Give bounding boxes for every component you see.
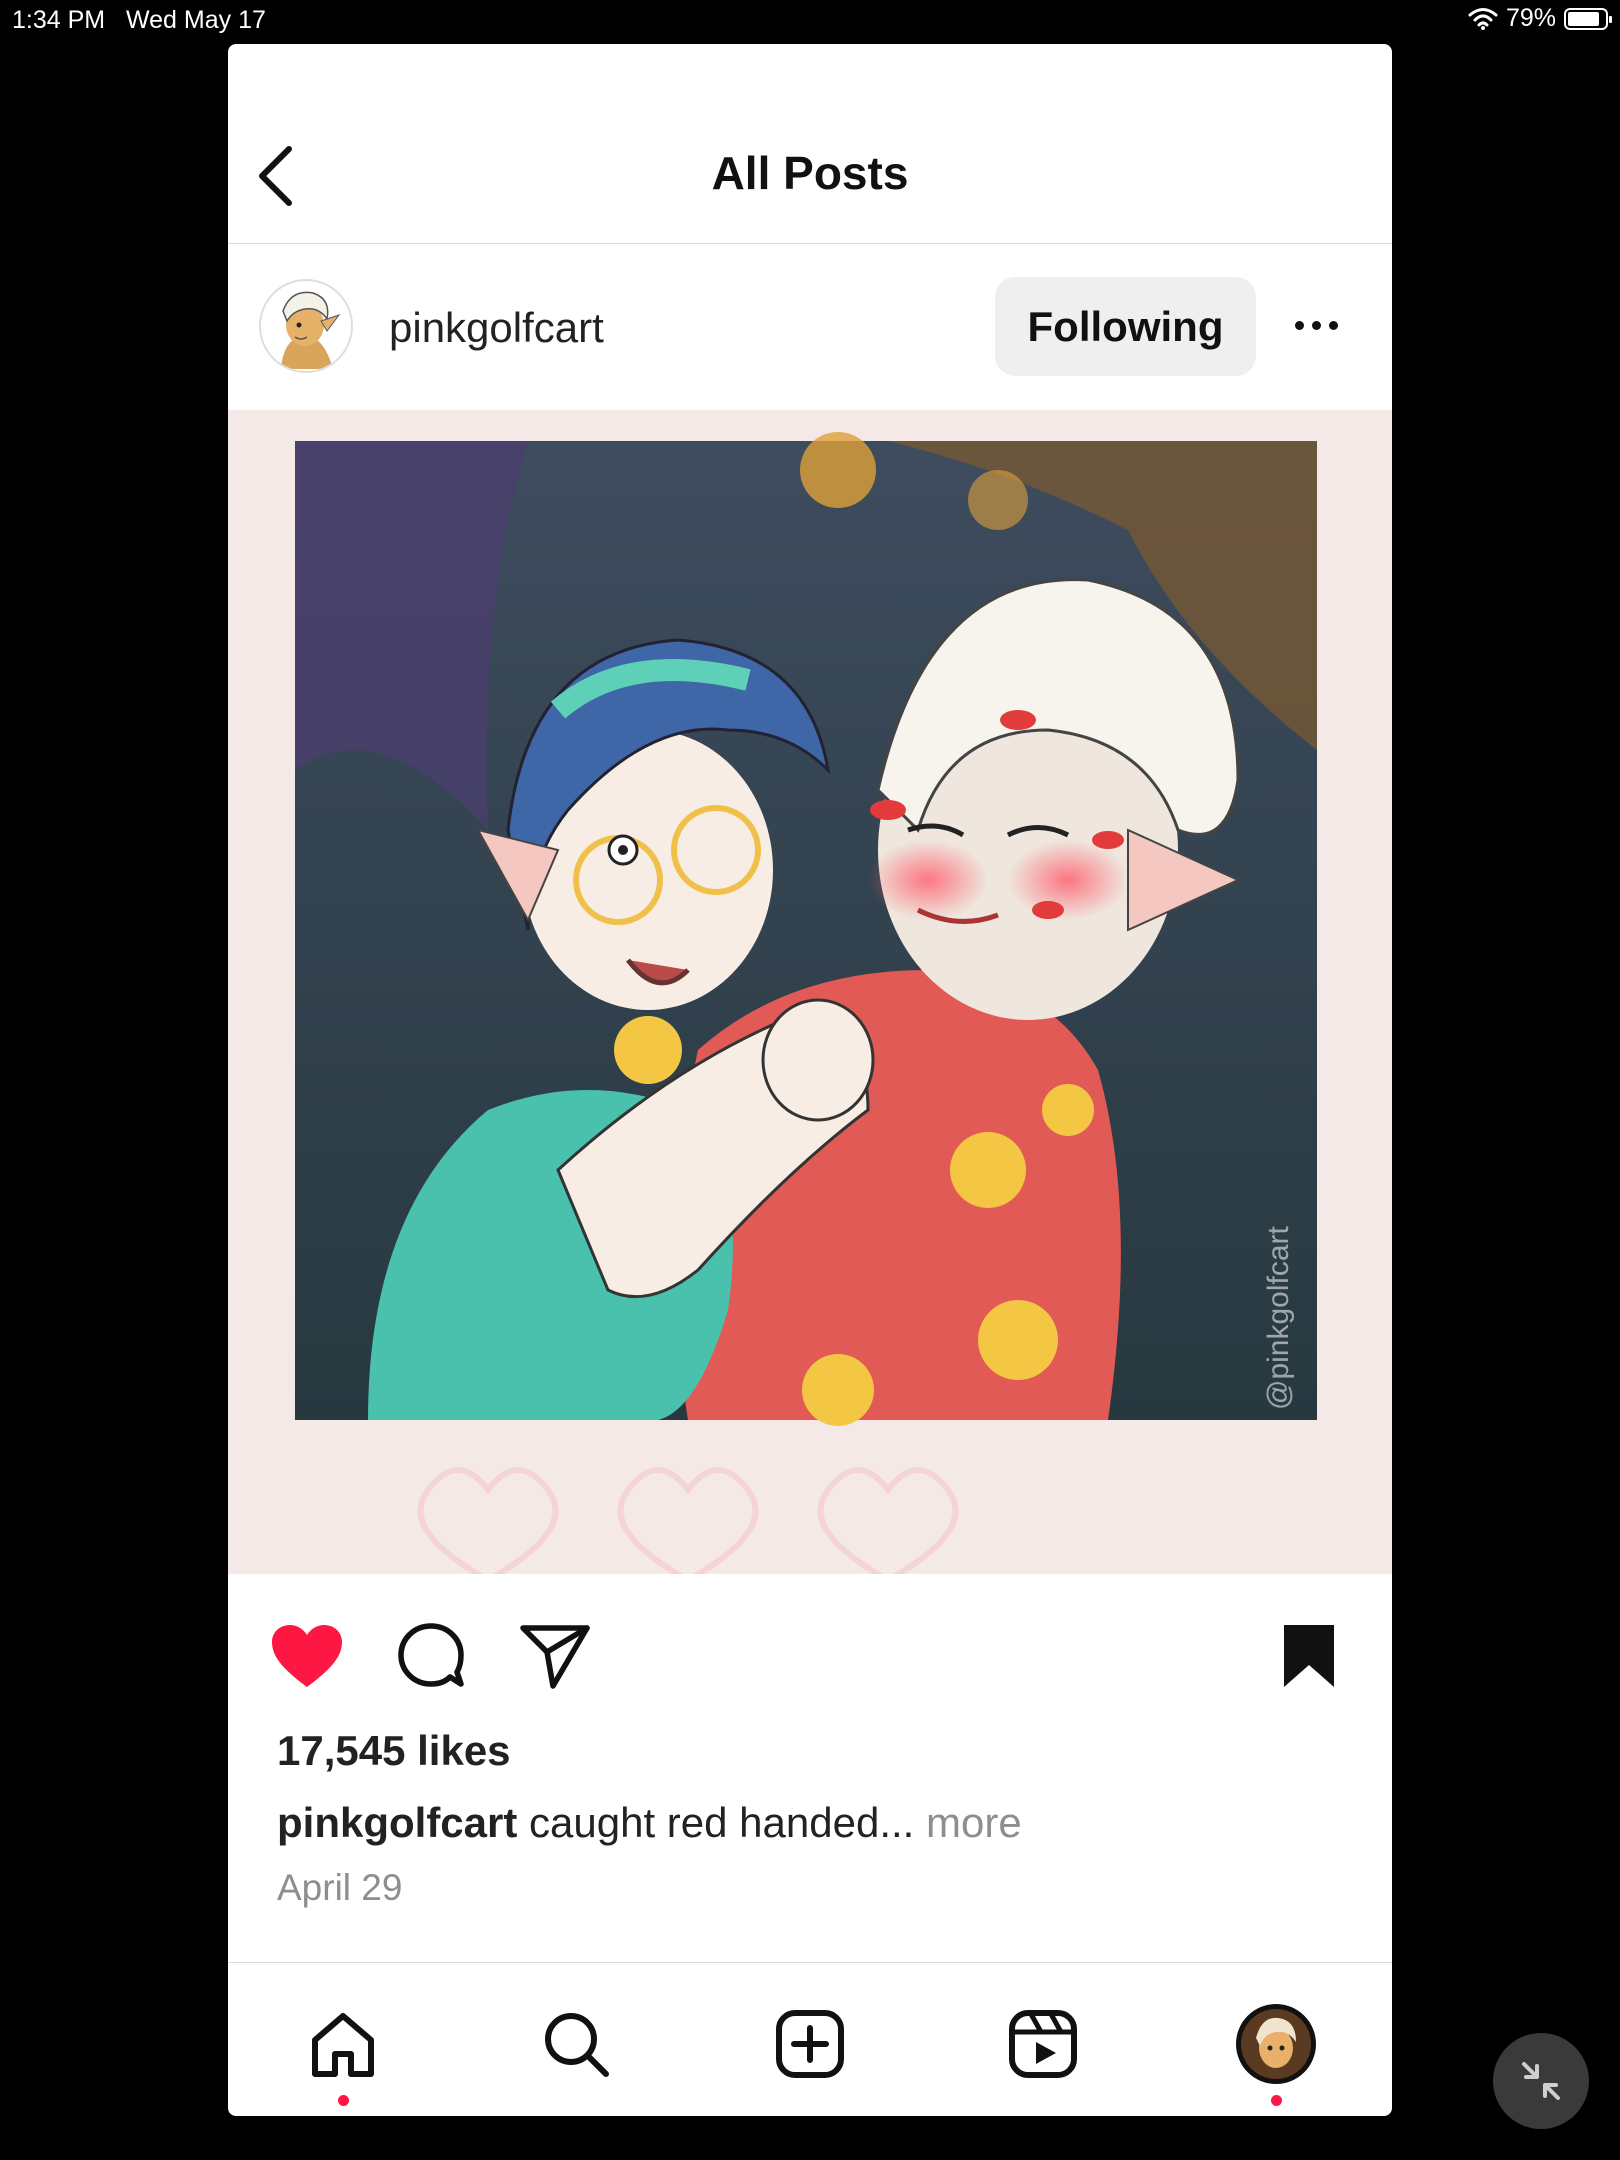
wifi-icon — [1468, 7, 1498, 30]
tab-search[interactable] — [531, 1999, 621, 2089]
caption-text: caught red handed... — [529, 1799, 915, 1846]
status-right: 79% — [1468, 4, 1612, 33]
battery-icon — [1564, 7, 1612, 30]
image-watermark: @pinkgolfcart — [1262, 1225, 1295, 1410]
status-bar: 1:34 PM Wed May 17 79% — [0, 0, 1620, 40]
heart-icon — [272, 1625, 342, 1687]
comment-button[interactable] — [391, 1616, 471, 1696]
reels-icon — [1009, 2010, 1077, 2078]
tab-profile[interactable] — [1231, 1999, 1321, 2089]
share-button[interactable] — [515, 1616, 595, 1696]
status-time: 1:34 PM — [12, 6, 106, 34]
instagram-app-window: All Posts pinkgolfcart Following @pinkgo… — [228, 44, 1392, 2116]
more-options-button[interactable] — [1286, 300, 1346, 350]
profile-avatar — [1236, 2004, 1316, 2084]
page-title: All Posts — [711, 147, 909, 199]
likes-count[interactable]: 17,545 likes — [277, 1727, 511, 1775]
user-avatar[interactable] — [259, 279, 353, 373]
post-date: April 29 — [277, 1867, 403, 1908]
comment-icon — [398, 1623, 464, 1687]
more-dot — [1311, 320, 1321, 330]
tab-home[interactable] — [298, 1999, 388, 2089]
home-icon — [312, 2013, 374, 2077]
tab-create[interactable] — [765, 1999, 855, 2089]
collapse-arrows-icon — [1522, 2062, 1560, 2100]
create-icon — [776, 2010, 844, 2078]
home-active-dot — [338, 2095, 349, 2106]
like-button[interactable] — [267, 1616, 347, 1696]
header: All Posts — [228, 44, 1392, 244]
more-dot — [1294, 320, 1304, 330]
profile-notification-dot — [1271, 2095, 1282, 2106]
save-button[interactable] — [1269, 1616, 1349, 1696]
bookmark-icon — [1284, 1625, 1334, 1687]
share-icon — [520, 1625, 590, 1689]
exit-fullscreen-button[interactable] — [1493, 2033, 1589, 2129]
caption-more-link[interactable]: more — [926, 1799, 1022, 1846]
status-date: Wed May 17 — [126, 6, 266, 34]
post-username[interactable]: pinkgolfcart — [389, 304, 604, 352]
more-dot — [1328, 320, 1338, 330]
bottom-tab-bar — [228, 1962, 1392, 2116]
post-caption: pinkgolfcart caught red handed... more — [277, 1799, 1022, 1847]
tab-reels[interactable] — [998, 1999, 1088, 2089]
avatar-image — [261, 281, 351, 371]
search-icon — [545, 2013, 609, 2077]
battery-percent: 79% — [1505, 4, 1556, 32]
artwork: @pinkgolfcart — [228, 410, 1392, 1574]
following-button[interactable]: Following — [995, 277, 1256, 376]
caption-username[interactable]: pinkgolfcart — [277, 1799, 517, 1846]
post-image[interactable]: @pinkgolfcart — [228, 410, 1392, 1574]
